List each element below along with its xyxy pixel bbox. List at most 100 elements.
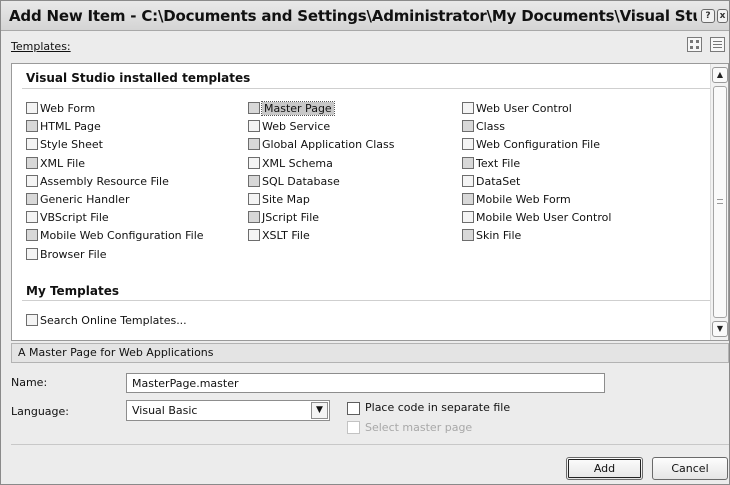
language-label: Language: [11,405,69,418]
template-item[interactable]: Global Application Class [248,136,394,153]
template-item-label: Mobile Web Configuration File [40,229,204,243]
xslt-file-icon [248,229,260,242]
site-map-icon [248,193,260,205]
template-item[interactable]: Skin File [462,227,521,244]
templates-label-accel: Templates: [11,40,71,53]
template-item[interactable]: Class [462,118,505,135]
class-icon [462,120,474,133]
language-select[interactable]: Visual Basic ▼ [126,400,330,421]
vbscript-file-icon [26,211,38,224]
mobile-web-user-control-icon [462,211,474,224]
template-item[interactable]: Assembly Resource File [26,173,169,190]
template-item-label: XSLT File [262,229,310,243]
template-item[interactable]: Generic Handler [26,191,129,208]
xml-schema-icon [248,156,260,169]
add-new-item-dialog: Add New Item - C:\Documents and Settings… [0,0,730,485]
template-item-label: Web User Control [476,102,572,115]
template-item-label: JScript File [262,211,320,225]
template-item[interactable]: Master Page [248,100,335,117]
assembly-resource-file-icon [26,174,38,187]
section-divider [22,88,712,89]
small-icons-view-button[interactable] [710,37,725,52]
template-item[interactable]: Web User Control [462,100,572,117]
sql-database-icon [248,174,260,187]
template-item[interactable]: Web Configuration File [462,136,600,153]
template-item[interactable]: Mobile Web User Control [462,209,611,226]
template-item-label: DataSet [476,174,521,188]
templates-list[interactable]: Visual Studio installed templates Web Fo… [11,63,729,341]
section-divider [22,300,712,301]
installed-templates-header: Visual Studio installed templates [26,71,251,85]
cancel-button[interactable]: Cancel [652,457,728,480]
template-item[interactable]: HTML Page [26,118,101,135]
scrollbar-thumb[interactable] [713,86,727,318]
name-field[interactable] [126,373,605,393]
select-master-page-checkbox[interactable] [347,421,360,434]
scrollbar-grip [717,199,723,204]
global-application-class-icon [248,138,260,151]
help-button[interactable]: ? [701,9,715,23]
place-code-separate-checkbox[interactable] [347,402,360,415]
template-item-label: Browser File [40,247,107,261]
browser-file-icon [26,247,38,260]
my-template-item[interactable]: Search Online Templates... [26,312,187,329]
template-item[interactable]: Browser File [26,246,106,263]
template-item[interactable]: SQL Database [248,173,340,190]
template-item-label: Web Form [40,102,96,115]
template-item-label: Global Application Class [262,138,395,152]
template-item-label: Mobile Web Form [476,193,571,206]
style-sheet-icon [26,138,38,151]
my-templates-header: My Templates [26,284,119,298]
template-item-label: Web Configuration File [476,138,600,152]
template-item[interactable]: Mobile Web Configuration File [26,227,204,244]
template-item[interactable]: XSLT File [248,227,310,244]
dataset-icon [462,174,474,187]
place-code-separate-label[interactable]: Place code in separate file [365,401,510,414]
template-item-label: Master Page [261,101,335,116]
web-form-icon [26,102,38,114]
template-item-label: Text File [476,156,521,170]
button-divider [11,444,729,445]
xml-file-icon [26,156,38,169]
template-item-label: SQL Database [262,174,340,188]
template-item-label: XML File [40,156,86,170]
template-item[interactable]: Web Form [26,100,95,117]
templates-scrollbar[interactable]: ▲ ▼ [710,64,728,340]
template-item-label: Skin File [476,229,522,243]
template-item[interactable]: XML Schema [248,155,333,172]
scroll-down-arrow-icon[interactable]: ▼ [712,321,728,337]
mobile-web-form-icon [462,193,474,205]
language-value: Visual Basic [132,404,198,417]
close-button[interactable]: x [717,9,728,23]
template-item[interactable]: Text File [462,155,520,172]
chevron-down-icon[interactable]: ▼ [311,402,328,419]
template-item[interactable]: VBScript File [26,209,109,226]
template-item[interactable]: Site Map [248,191,310,208]
html-page-icon [26,120,38,133]
scroll-up-arrow-icon[interactable]: ▲ [712,67,728,83]
template-item-label: VBScript File [40,211,109,225]
template-item[interactable]: DataSet [462,173,520,190]
template-item-label: Generic Handler [40,193,130,206]
add-button[interactable]: Add [566,457,643,480]
skin-file-icon [462,229,474,242]
web-service-icon [248,120,260,133]
template-item[interactable]: Mobile Web Form [462,191,571,208]
web-configuration-file-icon [462,138,474,151]
large-icons-view-button[interactable] [687,37,702,52]
template-item[interactable]: XML File [26,155,85,172]
template-item-label: Style Sheet [40,138,103,152]
mobile-web-configuration-file-icon [26,229,38,242]
template-item-label: Assembly Resource File [40,174,169,188]
template-item[interactable]: Web Service [248,118,330,135]
template-item-label: XML Schema [262,156,333,170]
template-item[interactable]: Style Sheet [26,136,103,153]
template-item-label: Site Map [262,193,310,206]
template-item-label: Mobile Web User Control [476,211,612,225]
select-master-page-label: Select master page [365,421,473,434]
template-description: A Master Page for Web Applications [11,343,729,363]
web-user-control-icon [462,102,474,114]
title-bar[interactable]: Add New Item - C:\Documents and Settings… [1,1,729,31]
text-file-icon [462,156,474,169]
template-item[interactable]: JScript File [248,209,319,226]
